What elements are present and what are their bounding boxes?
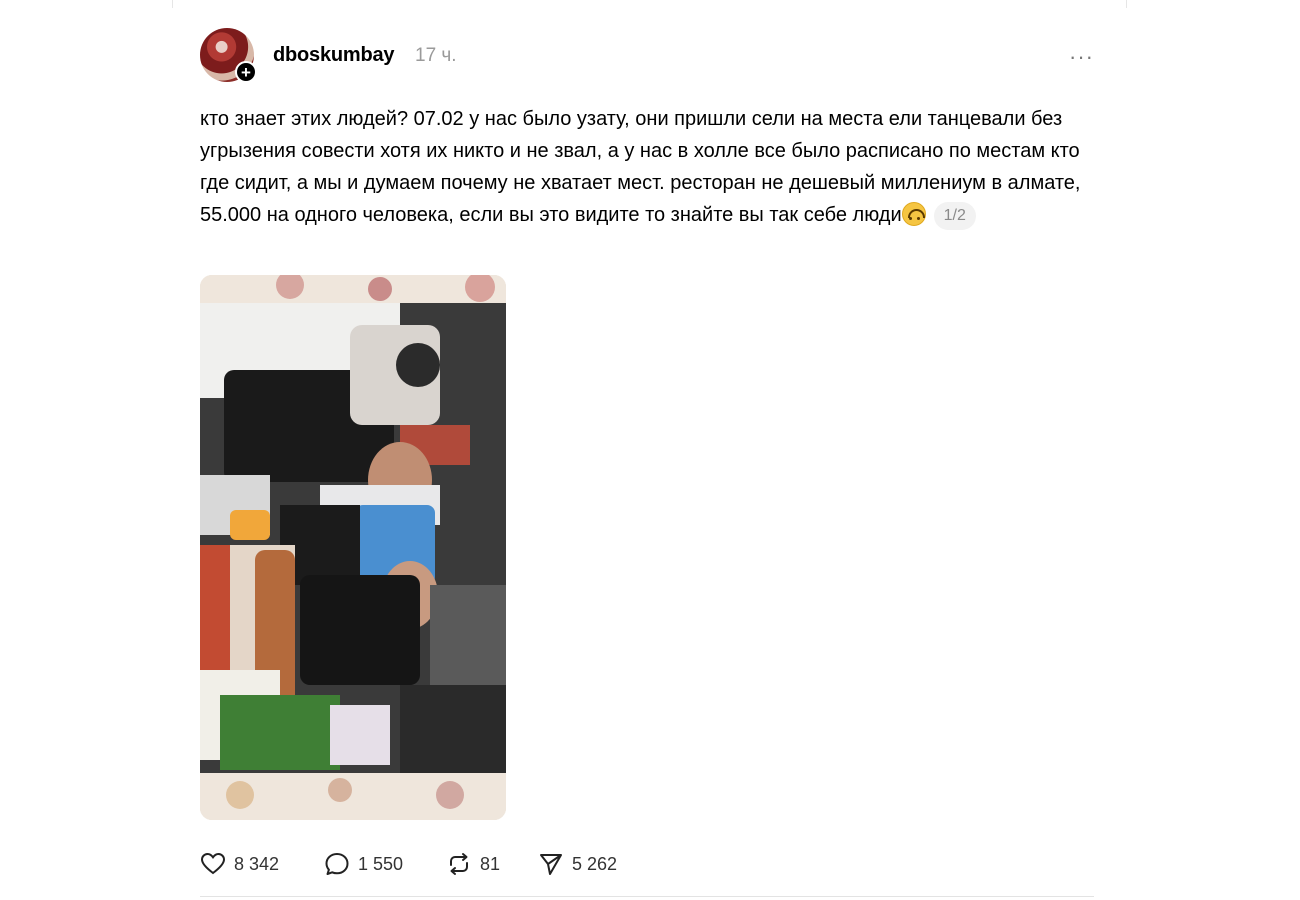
like-count: 8 342 [234,853,280,874]
send-icon [540,854,562,875]
heart-icon [200,852,226,875]
repost-icon [450,853,468,875]
comment-button[interactable]: 1 550 [324,852,403,876]
share-count: 5 262 [572,853,618,874]
share-button[interactable]: 5 262 [538,852,617,876]
post-time[interactable]: 17 ч. [415,45,457,67]
comment-count: 1 550 [358,853,404,874]
card-border-left [172,0,173,8]
username[interactable]: dboskumbay [273,44,395,67]
post-text: кто знает этих людей? 07.02 у нас было у… [200,103,1094,231]
repost-count: 81 [480,853,501,874]
image-counter: 1/2 [933,202,976,230]
repost-button[interactable]: 81 [446,852,500,876]
post-photo[interactable] [200,275,506,820]
card-border-right [1126,0,1127,8]
post-header: + dboskumbay 17 ч. ··· [200,28,1094,84]
follow-plus-icon[interactable]: + [235,61,257,83]
upside-down-face-emoji-icon [901,202,926,226]
post-divider [200,896,1094,897]
like-button[interactable]: 8 342 [200,852,279,876]
thread-post: + dboskumbay 17 ч. ··· кто знает этих лю… [200,28,1094,897]
banquet-photo-image [200,275,506,820]
more-options-icon[interactable]: ··· [1069,44,1094,70]
post-actions: 8 342 1 550 81 5 262 [200,852,1094,878]
comment-icon [325,853,349,875]
